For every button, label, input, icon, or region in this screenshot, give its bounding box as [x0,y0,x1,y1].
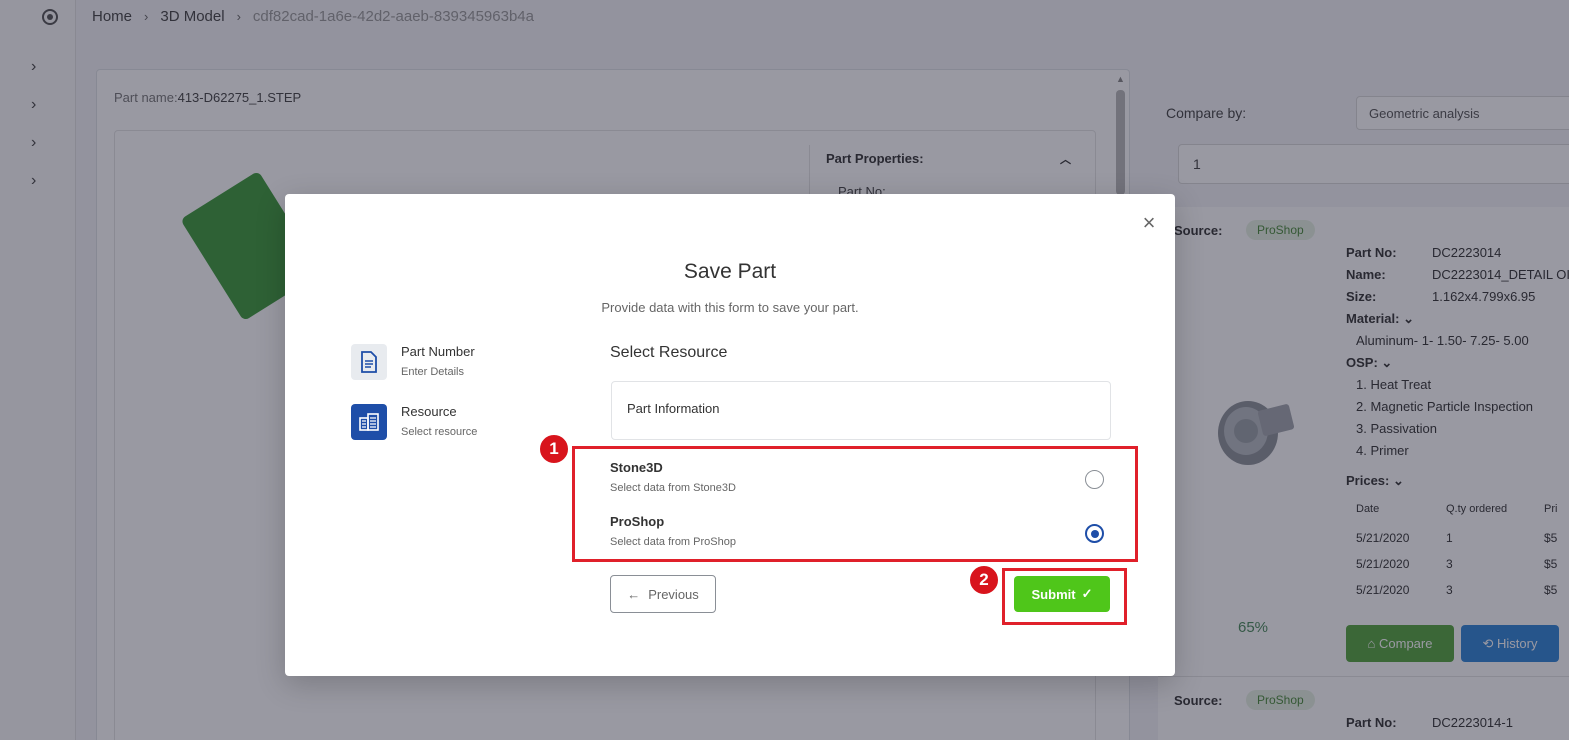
document-icon [351,344,387,380]
previous-button[interactable]: ← Previous [610,575,716,613]
previous-button-label: Previous [648,586,699,602]
close-icon[interactable]: × [1140,212,1158,234]
highlight-box-submit [1002,568,1127,625]
part-information-label: Part Information [627,401,720,416]
resource-icon [351,404,387,440]
step-label: Part Number [401,344,475,359]
arrow-left-icon: ← [627,586,641,602]
step-description: Enter Details [401,366,464,378]
dialog-subtitle: Provide data with this form to save your… [601,300,859,315]
step-description: Select resource [401,426,478,438]
step-resource[interactable]: Resource Select resource [351,404,551,444]
annotation-badge-1: 1 [538,433,570,465]
section-title: Select Resource [610,344,728,361]
step-label: Resource [401,404,457,419]
step-part-number[interactable]: Part Number Enter Details [351,344,551,384]
annotation-badge-2: 2 [968,564,1000,596]
part-information-box[interactable]: Part Information [611,381,1111,440]
dialog-title: Save Part [683,260,777,283]
highlight-box-options [572,446,1138,562]
